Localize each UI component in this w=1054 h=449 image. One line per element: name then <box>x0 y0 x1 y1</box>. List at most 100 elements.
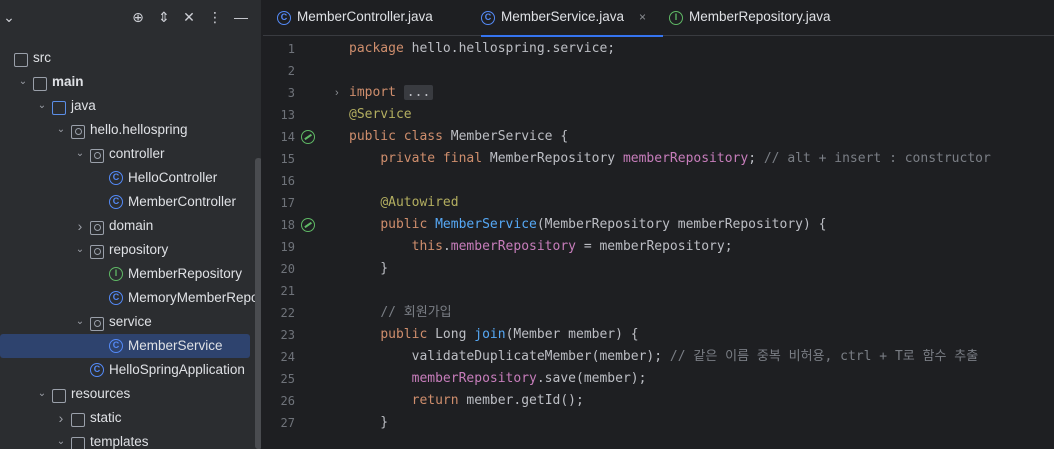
code-token: Long <box>435 327 475 342</box>
code-line[interactable]: public MemberService(MemberRepository me… <box>349 214 826 236</box>
tab-memberservice-java[interactable]: C MemberService.java × <box>481 0 663 37</box>
tree-item-memberrepository[interactable]: I MemberRepository <box>0 262 256 286</box>
package-icon <box>90 317 104 331</box>
collapse-icon[interactable]: ✕ <box>180 8 198 26</box>
class-icon: C <box>481 11 495 25</box>
tree-item-label: HelloSpringApplication <box>109 362 245 377</box>
code-token: ... <box>403 85 434 100</box>
tab-membercontroller-java[interactable]: C MemberController.java <box>277 0 449 36</box>
tree-item-java[interactable]: ⌄ java <box>0 94 256 118</box>
code-token: } <box>349 261 389 276</box>
line-number: 15 <box>280 152 295 166</box>
class-icon: C <box>277 11 291 25</box>
tree-item-hello-hellospring[interactable]: ⌄ hello.hellospring <box>0 118 256 142</box>
code-line[interactable]: @Autowired <box>349 192 458 214</box>
chevron-down-icon[interactable]: ⌄ <box>55 118 67 142</box>
line-number: 20 <box>280 262 295 276</box>
tree-item-templates[interactable]: ⌄ templates <box>0 430 256 449</box>
code-line[interactable]: public Long join(Member member) { <box>349 324 638 346</box>
code-line[interactable]: import ... <box>349 82 434 104</box>
code-token: memberRepository <box>450 239 576 254</box>
code-line[interactable]: memberRepository.save(member); <box>349 368 647 390</box>
package-icon <box>90 245 104 259</box>
chevron-down-icon[interactable]: ⌄ <box>17 70 29 94</box>
code-line[interactable]: package hello.hellospring.service; <box>349 38 615 60</box>
minimize-icon[interactable]: — <box>232 8 250 26</box>
line-number: 16 <box>280 174 295 188</box>
folder-icon <box>71 437 85 449</box>
chevron-right-icon[interactable]: › <box>74 214 86 238</box>
tab-memberrepository-java[interactable]: I MemberRepository.java <box>669 0 841 36</box>
code-line[interactable]: // 회원가입 <box>349 302 451 324</box>
code-token: return <box>411 393 467 408</box>
code-token: .save(member); <box>536 371 647 386</box>
line-number: 19 <box>280 240 295 254</box>
tree-item-label: domain <box>109 218 154 233</box>
code-line[interactable]: @Service <box>349 104 412 126</box>
tree-item-label: src <box>33 50 51 65</box>
package-icon <box>90 221 104 235</box>
tree-item-hellocontroller[interactable]: C HelloController <box>0 166 256 190</box>
code-line[interactable]: } <box>349 412 388 434</box>
code-line[interactable]: return member.getId(); <box>349 390 584 412</box>
chevron-down-icon[interactable]: ⌄ <box>36 94 48 118</box>
line-number: 14 <box>280 130 295 144</box>
folder-icon <box>71 413 85 427</box>
tree-item-controller[interactable]: ⌄ controller <box>0 142 256 166</box>
tab-label: MemberController.java <box>297 9 433 24</box>
code-token: . <box>442 239 451 254</box>
tree-item-service[interactable]: ⌄ service <box>0 310 256 334</box>
code-line[interactable]: private final MemberRepository memberRep… <box>349 148 991 170</box>
chevron-down-icon[interactable]: ⌄ <box>74 310 86 334</box>
chevron-right-icon[interactable]: › <box>55 406 67 430</box>
tree-item-memorymemberreposito[interactable]: C MemoryMemberReposito <box>0 286 261 310</box>
class-icon: C <box>109 291 123 305</box>
expand-icon[interactable]: ⇕ <box>155 8 173 26</box>
tree-item-src[interactable]: src <box>0 46 256 70</box>
chevron-down-icon[interactable]: ⌄ <box>36 382 48 406</box>
tree-item-label: templates <box>90 434 149 449</box>
bean-gutter-icon[interactable] <box>301 218 315 232</box>
fold-chevron-icon[interactable]: › <box>335 82 339 104</box>
code-token: validateDuplicateMember(member); <box>349 349 670 364</box>
code-line[interactable]: } <box>349 258 388 280</box>
tree-item-static[interactable]: › static <box>0 406 256 430</box>
code-token: public <box>380 327 436 342</box>
tree-item-hellospringapplication[interactable]: C HelloSpringApplication <box>0 358 256 382</box>
chevron-down-icon[interactable]: ⌄ <box>74 142 86 166</box>
line-number: 24 <box>280 350 295 364</box>
tree-item-repository[interactable]: ⌄ repository <box>0 238 256 262</box>
tree-item-main[interactable]: ⌄ main <box>0 70 256 94</box>
line-number: 13 <box>280 108 295 122</box>
locate-icon[interactable]: ⊕ <box>129 8 147 26</box>
tree-item-membercontroller[interactable]: C MemberController <box>0 190 256 214</box>
code-token: } <box>349 415 389 430</box>
code-token: (MemberRepository memberRepository) { <box>536 217 827 232</box>
tree-item-memberservice[interactable]: C MemberService <box>0 334 250 358</box>
chevron-down-icon[interactable]: ⌄ <box>0 8 18 26</box>
sidebar-scrollbar[interactable] <box>255 158 261 449</box>
tree-item-label: java <box>71 98 96 113</box>
code-token: memberRepository <box>411 371 537 386</box>
tab-label: MemberRepository.java <box>689 9 831 24</box>
tree-item-resources[interactable]: ⌄ resources <box>0 382 256 406</box>
tree-item-domain[interactable]: › domain <box>0 214 256 238</box>
chevron-down-icon[interactable]: ⌄ <box>55 430 67 449</box>
code-token: @Service <box>349 107 412 122</box>
code-line[interactable]: validateDuplicateMember(member); // 같은 이… <box>349 346 979 368</box>
close-tab-icon[interactable]: × <box>639 0 646 34</box>
tree-item-label: service <box>109 314 152 329</box>
chevron-down-icon[interactable]: ⌄ <box>74 238 86 262</box>
more-icon[interactable]: ⋮ <box>206 8 224 26</box>
code-token: = memberRepository; <box>576 239 733 254</box>
code-token: hello.hellospring.service; <box>411 41 616 56</box>
code-line[interactable]: this.memberRepository = memberRepository… <box>349 236 733 258</box>
bean-gutter-icon[interactable] <box>301 130 315 144</box>
project-sidebar: ⌄ ⊕ ⇕ ✕ ⋮ — src ⌄ main ⌄ java ⌄ hello.hellospr… <box>0 0 262 449</box>
code-line[interactable]: public class MemberService { <box>349 126 568 148</box>
line-number: 3 <box>287 86 295 100</box>
